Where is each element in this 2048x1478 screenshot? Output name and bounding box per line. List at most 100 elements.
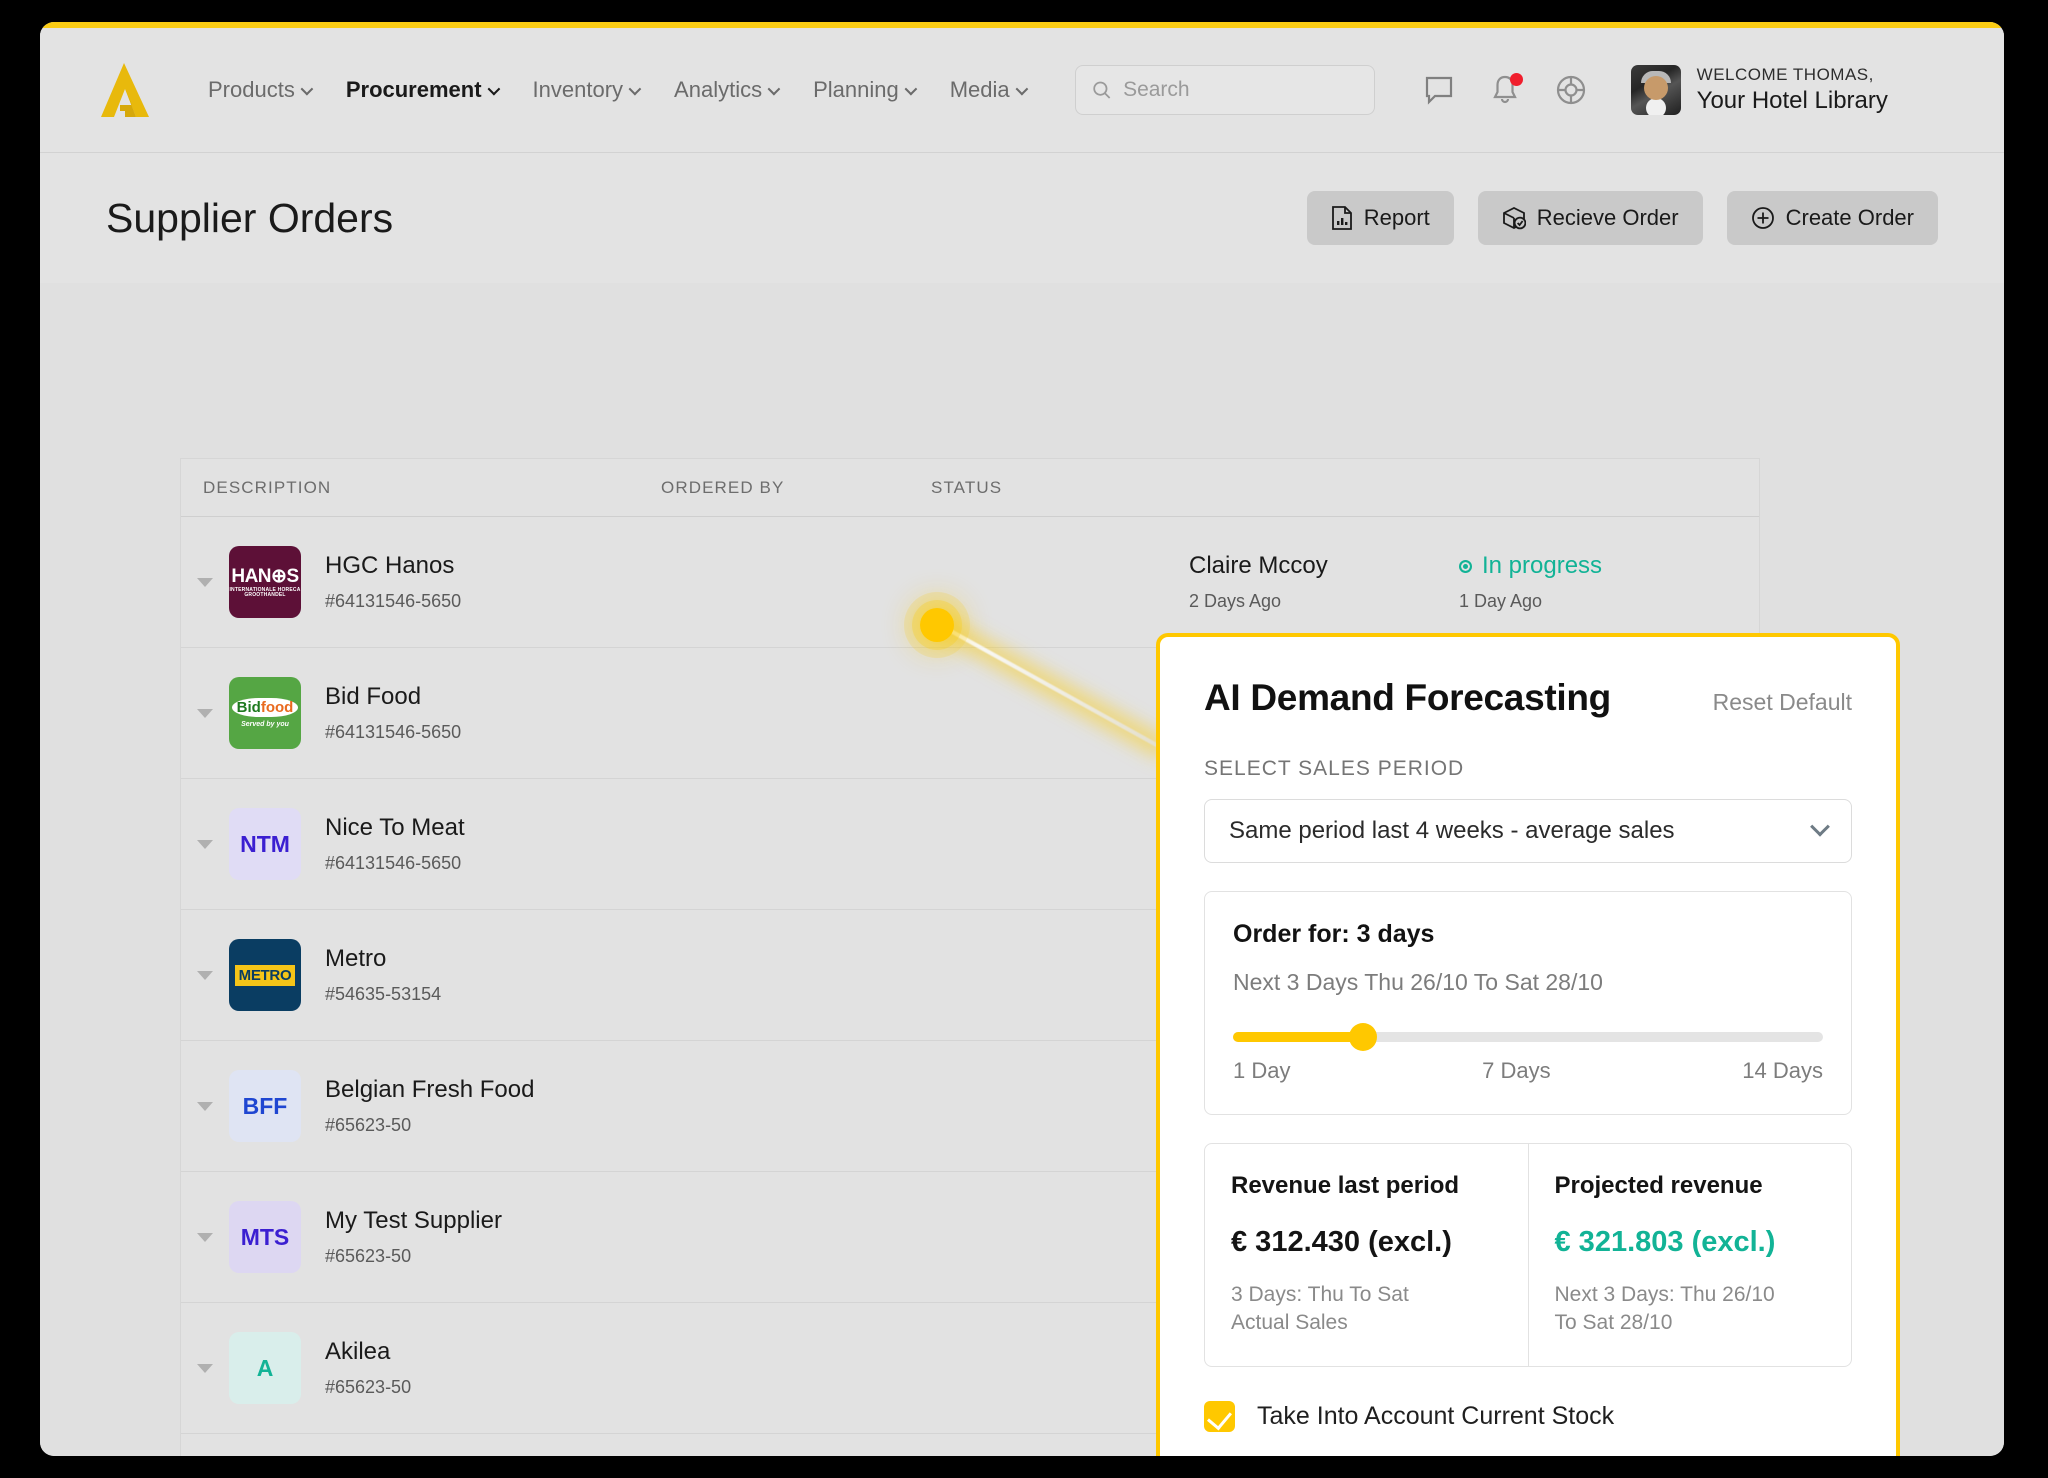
- sales-period-select[interactable]: Same period last 4 weeks - average sales: [1204, 799, 1852, 863]
- status-badge: In progress: [1459, 552, 1759, 580]
- report-button[interactable]: Report: [1307, 191, 1454, 245]
- order-reference: #64131546-5650: [325, 591, 1189, 612]
- reset-default-link[interactable]: Reset Default: [1713, 689, 1852, 716]
- slider-max-label: 14 Days: [1742, 1058, 1823, 1084]
- main-nav: Products Procurement Inventory Analytics…: [208, 77, 1025, 103]
- page-content: DESCRIPTION ORDERED BY STATUS HAN⊕S INTE…: [40, 283, 2004, 1456]
- status-label: In progress: [1482, 552, 1602, 580]
- status-sub: 1 Day Ago: [1459, 591, 1759, 612]
- projected-revenue-card: Projected revenue € 321.803 (excl.) Next…: [1528, 1144, 1852, 1366]
- ai-panel-header: AI Demand Forecasting Reset Default: [1204, 677, 1852, 719]
- supplier-name: Nice To Meat: [325, 814, 1189, 842]
- slider-handle[interactable]: [1349, 1023, 1377, 1051]
- checkbox-current-stock-label: Take Into Account Current Stock: [1257, 1402, 1614, 1431]
- expand-row-toggle[interactable]: [181, 840, 229, 849]
- nav-label: Media: [950, 77, 1010, 103]
- supplier-logo-text: MTS: [241, 1226, 290, 1249]
- supplier-logo: Bidfood Served by you: [229, 677, 301, 749]
- orderer-name: Claire Mccoy: [1189, 552, 1459, 580]
- supplier-logo-text: Bidfood: [232, 698, 299, 717]
- chevron-down-icon: [768, 82, 781, 95]
- nav-item-inventory[interactable]: Inventory: [533, 77, 639, 103]
- slider-min-label: 1 Day: [1233, 1058, 1290, 1084]
- supplier-logo-subtext: INTERNATIONALE HORECA GROOTHANDEL: [229, 588, 301, 598]
- supplier-logo-text: BFF: [243, 1095, 288, 1118]
- checkbox-current-stock[interactable]: Take Into Account Current Stock: [1204, 1401, 1852, 1432]
- column-header-ordered-by: ORDERED BY: [661, 478, 931, 498]
- chevron-down-icon: [1015, 82, 1028, 95]
- expand-row-toggle[interactable]: [181, 971, 229, 980]
- supplier-name: Akilea: [325, 1338, 1189, 1366]
- package-check-icon: [1502, 206, 1526, 230]
- nav-item-procurement[interactable]: Procurement: [346, 77, 497, 103]
- nav-item-products[interactable]: Products: [208, 77, 310, 103]
- expand-row-toggle[interactable]: [181, 1102, 229, 1111]
- projected-revenue-sub: Next 3 Days: Thu 26/10 To Sat 28/10: [1555, 1281, 1826, 1338]
- sales-period-value: Same period last 4 weeks - average sales: [1229, 817, 1675, 845]
- revenue-comparison: Revenue last period € 312.430 (excl.) 3 …: [1204, 1143, 1852, 1367]
- notification-badge: [1510, 73, 1523, 86]
- global-search[interactable]: [1075, 65, 1375, 115]
- row-description: My Test Supplier #65623-50: [301, 1207, 1189, 1267]
- row-status: In progress 1 Day Ago: [1459, 552, 1759, 612]
- logo-a-icon: [98, 61, 152, 119]
- nav-item-analytics[interactable]: Analytics: [674, 77, 777, 103]
- receive-order-button[interactable]: Recieve Order: [1478, 191, 1703, 245]
- expand-row-toggle[interactable]: [181, 578, 229, 587]
- table-header-row: DESCRIPTION ORDERED BY STATUS: [181, 459, 1759, 517]
- order-reference: #65623-50: [325, 1246, 1189, 1267]
- cursor-highlight: [920, 608, 954, 642]
- expand-row-toggle[interactable]: [181, 709, 229, 718]
- expand-row-toggle[interactable]: [181, 1233, 229, 1242]
- table-row[interactable]: HAN⊕S INTERNATIONALE HORECA GROOTHANDEL …: [181, 517, 1759, 648]
- create-order-button[interactable]: Create Order: [1727, 191, 1938, 245]
- receive-order-button-label: Recieve Order: [1537, 205, 1679, 231]
- order-reference: #65623-50: [325, 1377, 1189, 1398]
- projected-revenue-value: € 321.803 (excl.): [1555, 1226, 1826, 1259]
- projected-revenue-heading: Projected revenue: [1555, 1172, 1826, 1200]
- slider-mid-label: 7 Days: [1482, 1058, 1550, 1084]
- search-input[interactable]: [1123, 78, 1358, 102]
- report-document-icon: [1331, 206, 1353, 230]
- page-titlebar: Supplier Orders Report: [40, 153, 2004, 283]
- supplier-name: Bid Food: [325, 683, 1189, 711]
- nav-label: Planning: [813, 77, 899, 103]
- supplier-logo: A: [229, 1332, 301, 1404]
- chat-icon[interactable]: [1423, 74, 1455, 106]
- order-days-slider[interactable]: [1233, 1032, 1823, 1042]
- row-description: Nice To Meat #64131546-5650: [301, 814, 1189, 874]
- avatar: [1631, 65, 1681, 115]
- user-menu[interactable]: WELCOME THOMAS, Your Hotel Library: [1631, 65, 1888, 115]
- app-window: Products Procurement Inventory Analytics…: [40, 22, 2004, 1456]
- order-duration-box: Order for: 3 days Next 3 Days Thu 26/10 …: [1204, 891, 1852, 1115]
- supplier-logo: METRO: [229, 939, 301, 1011]
- supplier-logo-subtext: Served by you: [241, 721, 289, 728]
- supplier-logo: HAN⊕S INTERNATIONALE HORECA GROOTHANDEL: [229, 546, 301, 618]
- supplier-name: Belgian Fresh Food: [325, 1076, 1189, 1104]
- supplier-logo: NTM: [229, 808, 301, 880]
- ai-demand-forecasting-panel: AI Demand Forecasting Reset Default SELE…: [1156, 633, 1900, 1456]
- nav-item-media[interactable]: Media: [950, 77, 1025, 103]
- apicbase-logo[interactable]: [70, 61, 180, 119]
- nav-item-planning[interactable]: Planning: [813, 77, 914, 103]
- checkbox-checked-icon[interactable]: [1204, 1401, 1235, 1432]
- bell-icon[interactable]: [1489, 74, 1521, 106]
- column-header-status: STATUS: [931, 478, 1191, 498]
- chevron-down-icon: [904, 82, 917, 95]
- expand-row-toggle[interactable]: [181, 1364, 229, 1373]
- sales-period-label: SELECT SALES PERIOD: [1204, 757, 1852, 781]
- chevron-down-icon: [197, 1102, 213, 1111]
- chevron-down-icon: [197, 1364, 213, 1373]
- row-description: Akilea #65623-50: [301, 1338, 1189, 1398]
- welcome-text: WELCOME THOMAS,: [1697, 65, 1888, 85]
- nav-label: Analytics: [674, 77, 762, 103]
- supplier-name: Metro: [325, 945, 1189, 973]
- revenue-last-heading: Revenue last period: [1231, 1172, 1502, 1200]
- revenue-last-period-card: Revenue last period € 312.430 (excl.) 3 …: [1205, 1144, 1528, 1366]
- header-icon-group: [1423, 74, 1587, 106]
- create-order-button-label: Create Order: [1786, 205, 1914, 231]
- revenue-last-sub: 3 Days: Thu To Sat Actual Sales: [1231, 1281, 1502, 1338]
- lifebuoy-icon[interactable]: [1555, 74, 1587, 106]
- column-header-description: DESCRIPTION: [181, 478, 661, 498]
- row-description: HGC Hanos #64131546-5650: [301, 552, 1189, 612]
